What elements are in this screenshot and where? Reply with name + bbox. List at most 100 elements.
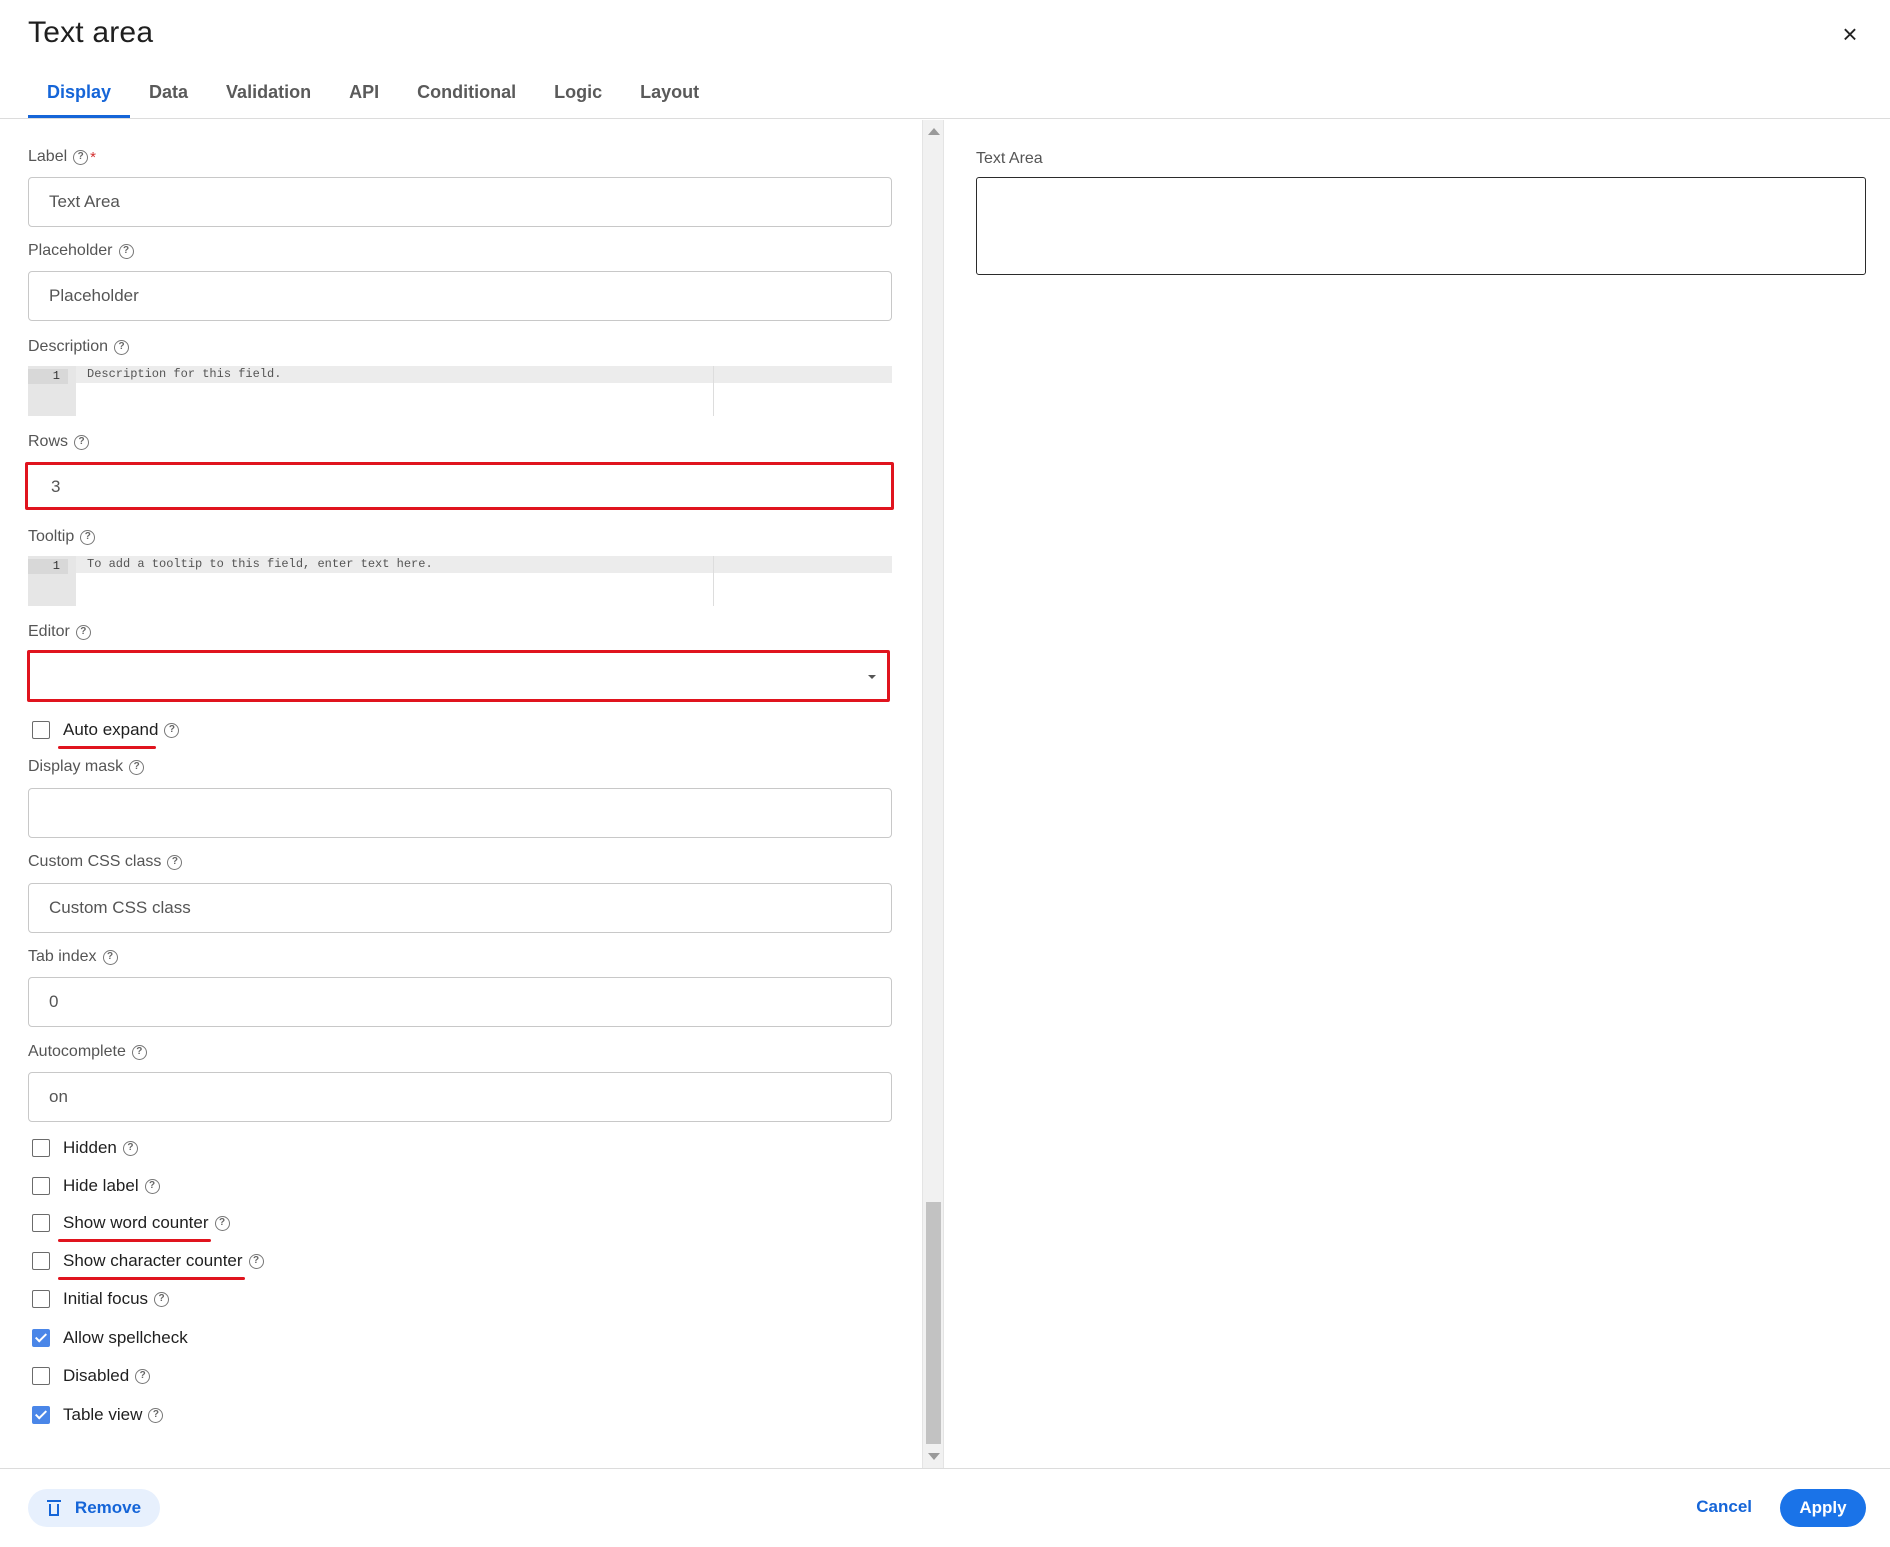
close-icon[interactable]: ×: [1836, 20, 1864, 48]
preview-textarea[interactable]: [976, 177, 1866, 275]
trash-icon: [46, 1500, 61, 1516]
tab-display[interactable]: Display: [28, 72, 131, 118]
display-mask-field-text: Display mask: [28, 758, 124, 775]
modal-title: Text area: [28, 16, 154, 49]
tab-api[interactable]: API: [330, 72, 398, 118]
editor-field-text: Editor: [28, 623, 70, 640]
disabled-checkbox[interactable]: [32, 1367, 50, 1385]
scrollbar-thumb[interactable]: [926, 1202, 941, 1444]
line-number: 1: [28, 559, 68, 574]
allow-spellcheck-checkbox[interactable]: [32, 1329, 50, 1347]
show-word-counter-row[interactable]: Show word counter ?: [32, 1213, 230, 1233]
initial-focus-checkbox[interactable]: [32, 1290, 50, 1308]
help-icon[interactable]: ?: [122, 1140, 138, 1156]
show-word-counter-checkbox[interactable]: [32, 1214, 50, 1232]
help-icon[interactable]: ?: [154, 1291, 170, 1307]
show-character-counter-row[interactable]: Show character counter ?: [32, 1251, 264, 1271]
tab-index-input[interactable]: 0: [28, 977, 892, 1027]
disabled-label: Disabled: [63, 1366, 130, 1385]
help-icon[interactable]: ?: [164, 722, 180, 738]
settings-scrollbar[interactable]: [922, 120, 944, 1468]
label-input[interactable]: Text Area: [28, 177, 892, 227]
code-line[interactable]: Description for this field.: [76, 366, 892, 383]
tab-validation[interactable]: Validation: [207, 72, 330, 118]
allow-spellcheck-label: Allow spellcheck: [63, 1328, 188, 1347]
hide-label-label: Hide label: [63, 1176, 139, 1195]
label-field-text: Label: [28, 148, 68, 165]
help-icon[interactable]: ?: [167, 854, 183, 870]
autocomplete-field-text: Autocomplete: [28, 1043, 126, 1060]
help-icon[interactable]: ?: [248, 1253, 264, 1269]
line-number: 1: [28, 369, 68, 384]
annotation-underline: [58, 1239, 211, 1242]
tab-logic[interactable]: Logic: [535, 72, 621, 118]
allow-spellcheck-row[interactable]: Allow spellcheck: [32, 1328, 188, 1348]
tab-layout[interactable]: Layout: [621, 72, 718, 118]
rows-input[interactable]: 3: [25, 462, 894, 510]
initial-focus-label: Initial focus: [63, 1289, 149, 1308]
tooltip-field-label: Tooltip ?: [28, 528, 96, 546]
help-icon[interactable]: ?: [148, 1407, 164, 1423]
custom-css-field-label: Custom CSS class ?: [28, 853, 183, 871]
help-icon[interactable]: ?: [214, 1215, 230, 1231]
annotation-underline: [58, 746, 156, 749]
display-mask-field-label: Display mask ?: [28, 758, 145, 776]
help-icon[interactable]: ?: [75, 624, 91, 640]
editor-select[interactable]: [27, 650, 890, 702]
scroll-up-arrow-icon[interactable]: [928, 128, 940, 135]
apply-button[interactable]: Apply: [1780, 1489, 1866, 1527]
autocomplete-field-label: Autocomplete ?: [28, 1043, 147, 1061]
initial-focus-row[interactable]: Initial focus ?: [32, 1289, 170, 1309]
cancel-button[interactable]: Cancel: [1696, 1497, 1752, 1517]
hidden-row[interactable]: Hidden ?: [32, 1138, 138, 1158]
table-view-checkbox[interactable]: [32, 1406, 50, 1424]
help-icon[interactable]: ?: [144, 1178, 160, 1194]
help-icon[interactable]: ?: [118, 243, 134, 259]
remove-button[interactable]: Remove: [28, 1489, 160, 1527]
modal-header: Text area × Display Data Validation API …: [0, 0, 1890, 119]
editor-field-label: Editor ?: [28, 623, 91, 641]
modal-footer: Remove Cancel Apply: [0, 1468, 1890, 1547]
help-icon[interactable]: ?: [114, 339, 130, 355]
tab-data[interactable]: Data: [130, 72, 207, 118]
custom-css-field-text: Custom CSS class: [28, 853, 162, 870]
table-view-label: Table view: [63, 1405, 143, 1424]
help-icon[interactable]: ?: [80, 529, 96, 545]
label-field-label: Label ? *: [28, 148, 96, 166]
hide-label-row[interactable]: Hide label ?: [32, 1176, 160, 1196]
disabled-row[interactable]: Disabled ?: [32, 1366, 151, 1386]
tooltip-code-editor[interactable]: 1 To add a tooltip to this field, enter …: [28, 556, 892, 606]
tab-conditional[interactable]: Conditional: [398, 72, 535, 118]
display-mask-input[interactable]: [28, 788, 892, 838]
table-view-row[interactable]: Table view ?: [32, 1405, 164, 1425]
placeholder-input[interactable]: Placeholder: [28, 271, 892, 321]
description-code-editor[interactable]: 1 Description for this field.: [28, 366, 892, 416]
help-icon[interactable]: ?: [74, 434, 90, 450]
required-mark: *: [90, 148, 96, 166]
hide-label-checkbox[interactable]: [32, 1177, 50, 1195]
custom-css-input[interactable]: Custom CSS class: [28, 883, 892, 933]
show-character-counter-checkbox[interactable]: [32, 1252, 50, 1270]
settings-pane: Label ? * Text Area Placeholder ? Placeh…: [0, 120, 922, 1468]
auto-expand-row[interactable]: Auto expand ?: [32, 720, 180, 740]
preview-label: Text Area: [976, 150, 1043, 167]
help-icon[interactable]: ?: [129, 759, 145, 775]
description-field-label: Description ?: [28, 338, 130, 356]
help-icon[interactable]: ?: [102, 949, 118, 965]
autocomplete-input[interactable]: on: [28, 1072, 892, 1122]
code-line[interactable]: To add a tooltip to this field, enter te…: [76, 556, 892, 573]
help-icon[interactable]: ?: [135, 1368, 151, 1384]
auto-expand-label: Auto expand: [63, 720, 159, 739]
help-icon[interactable]: ?: [73, 149, 89, 165]
auto-expand-checkbox[interactable]: [32, 721, 50, 739]
help-icon[interactable]: ?: [131, 1044, 147, 1060]
hidden-checkbox[interactable]: [32, 1139, 50, 1157]
hidden-label: Hidden: [63, 1138, 117, 1157]
description-field-text: Description: [28, 338, 109, 355]
tab-index-field-text: Tab index: [28, 948, 97, 965]
remove-button-label: Remove: [74, 1498, 142, 1517]
show-word-counter-label: Show word counter: [63, 1213, 209, 1232]
print-margin: [713, 556, 714, 606]
tooltip-field-text: Tooltip: [28, 528, 75, 545]
scroll-down-arrow-icon[interactable]: [928, 1453, 940, 1460]
